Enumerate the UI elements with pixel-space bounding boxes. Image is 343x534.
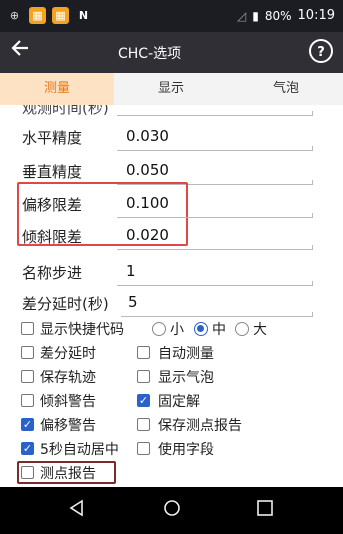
checkbox-label: 保存测点报告 <box>158 418 242 434</box>
field-underline <box>117 111 313 116</box>
checkbox-label: 保存轨迹 <box>40 370 96 386</box>
offset-limit-field[interactable]: 0.100 <box>126 194 169 212</box>
vertical-precision-field[interactable]: 0.050 <box>126 161 169 179</box>
tilt-warning-checkbox[interactable] <box>21 394 34 407</box>
checkbox-label: 差分延时 <box>40 346 96 362</box>
setting-label: 垂直精度 <box>22 163 83 181</box>
radio-large[interactable] <box>235 322 249 336</box>
back-arrow-icon[interactable] <box>10 38 38 66</box>
setting-label: 观测时间(秒) <box>22 105 109 117</box>
checkbox-row: 差分延时 自动测量 <box>0 342 343 366</box>
checkbox-row: 保存轨迹 显示气泡 <box>0 366 343 390</box>
battery-level: 80% <box>264 8 292 23</box>
tilt-limit-field[interactable]: 0.020 <box>126 226 169 244</box>
horizontal-precision-row: 水平精度 0.030 <box>0 119 343 153</box>
checkbox-label: 固定解 <box>158 394 200 410</box>
recents-square-icon[interactable] <box>250 498 280 524</box>
checkbox-row: ✓ 偏移警告 保存测点报告 <box>0 414 343 438</box>
radio-label: 大 <box>253 322 267 338</box>
field-underline <box>121 312 313 317</box>
page-title: CHC-选项 <box>118 46 182 62</box>
help-icon[interactable]: ? <box>309 39 333 63</box>
auto-center-checkbox[interactable]: ✓ <box>21 442 34 455</box>
field-underline <box>117 146 313 151</box>
checkbox-label: 显示气泡 <box>158 370 214 386</box>
tab-display[interactable]: 显示 <box>114 73 228 105</box>
app-notification-icon: ▦ <box>29 7 46 24</box>
use-fields-checkbox[interactable] <box>137 442 150 455</box>
checkbox-label: 倾斜警告 <box>40 394 96 410</box>
point-report-checkbox[interactable] <box>21 466 34 479</box>
diff-delay-row: 差分延时(秒) 5 <box>0 285 343 319</box>
system-status: ◿ ▮ 80% 10:19 <box>237 8 335 23</box>
field-underline <box>117 245 313 250</box>
home-circle-icon[interactable] <box>157 498 187 524</box>
checkbox-label: 偏移警告 <box>40 418 96 434</box>
name-step-row: 名称步进 1 <box>0 254 343 288</box>
app-bar: CHC-选项 ? <box>0 32 343 73</box>
tab-bubble[interactable]: 气泡 <box>229 73 343 105</box>
diff-delay-checkbox[interactable] <box>21 346 34 359</box>
status-bar: ⊕ ▦ ▦ N ◿ ▮ 80% 10:19 <box>0 0 343 32</box>
setting-label: 倾斜限差 <box>22 228 83 246</box>
save-track-checkbox[interactable] <box>21 370 34 383</box>
auto-measure-checkbox[interactable] <box>137 346 150 359</box>
settings-list: 观测时间(秒) 水平精度 0.030 垂直精度 0.050 偏移限差 0.100… <box>0 105 343 487</box>
notification-icons: ⊕ ▦ ▦ N <box>6 7 92 24</box>
navigation-bar <box>0 487 343 534</box>
setting-label: 名称步进 <box>22 264 83 282</box>
save-point-report-checkbox[interactable] <box>137 418 150 431</box>
radio-label: 小 <box>170 322 184 338</box>
radio-small[interactable] <box>152 322 166 336</box>
checkbox-label: 显示快捷代码 <box>40 322 124 338</box>
back-triangle-icon[interactable] <box>62 498 92 524</box>
show-shortcut-checkbox[interactable] <box>21 322 34 335</box>
app-notification-icon: ▦ <box>52 7 69 24</box>
setting-label: 水平精度 <box>22 129 83 147</box>
offset-warning-checkbox[interactable]: ✓ <box>21 418 34 431</box>
checkbox-label: 测点报告 <box>40 466 96 482</box>
nfc-icon: N <box>78 9 89 22</box>
offset-limit-row: 偏移限差 0.100 <box>0 186 343 220</box>
battery-icon: ▮ <box>252 8 259 23</box>
no-signal-icon: ◿ <box>237 8 247 23</box>
tab-measure[interactable]: 测量 <box>0 73 114 105</box>
horizontal-precision-field[interactable]: 0.030 <box>126 127 169 145</box>
radio-medium[interactable] <box>194 322 208 336</box>
diff-delay-field[interactable]: 5 <box>128 293 138 311</box>
app-notification-icon: ⊕ <box>9 9 20 22</box>
name-step-field[interactable]: 1 <box>126 262 136 280</box>
clock: 10:19 <box>297 8 335 23</box>
checkbox-row: 测点报告 <box>0 462 343 486</box>
checkbox-row: 倾斜警告 ✓ 固定解 <box>0 390 343 414</box>
fixed-solution-checkbox[interactable]: ✓ <box>137 394 150 407</box>
checkbox-row: ✓ 5秒自动居中 使用字段 <box>0 438 343 462</box>
checkbox-label: 使用字段 <box>158 442 214 458</box>
shortcut-code-row: 显示快捷代码 小 中 大 <box>0 318 343 342</box>
show-bubble-checkbox[interactable] <box>137 370 150 383</box>
checkbox-label: 5秒自动居中 <box>40 442 119 458</box>
checkbox-label: 自动测量 <box>158 346 214 362</box>
setting-label: 偏移限差 <box>22 196 83 214</box>
setting-label: 差分延时(秒) <box>22 295 109 313</box>
tab-bar: 测量 显示 气泡 <box>0 73 343 105</box>
tilt-limit-row: 倾斜限差 0.020 <box>0 218 343 252</box>
radio-label: 中 <box>212 322 226 338</box>
